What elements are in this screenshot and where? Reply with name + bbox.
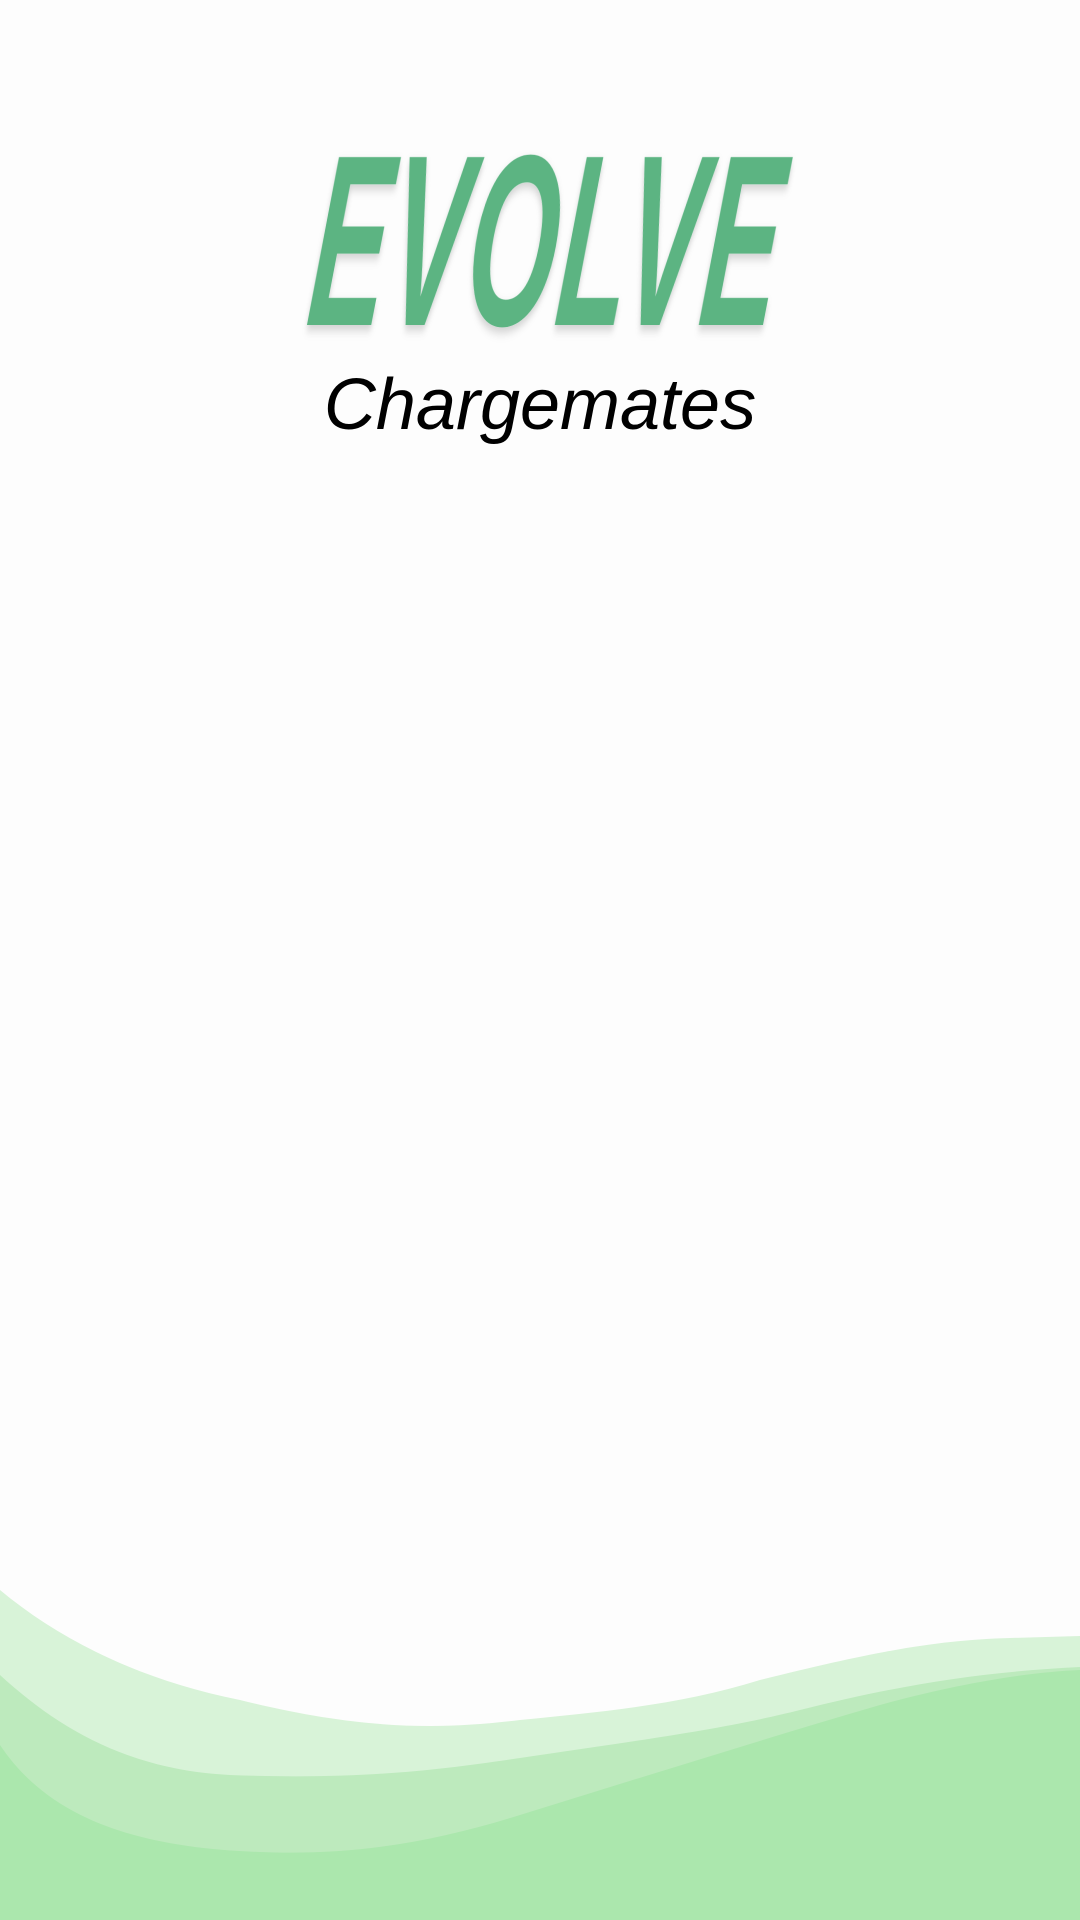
logo-text: EVOLVE (300, 150, 799, 370)
brand-subtitle: Chargemates (323, 365, 757, 445)
brand-logo: EVOLVE (0, 150, 1080, 370)
wave-background-icon (0, 1590, 1080, 1920)
splash-screen: EVOLVE Chargemates (0, 0, 1080, 1920)
evolve-logo-icon: EVOLVE (300, 150, 799, 370)
